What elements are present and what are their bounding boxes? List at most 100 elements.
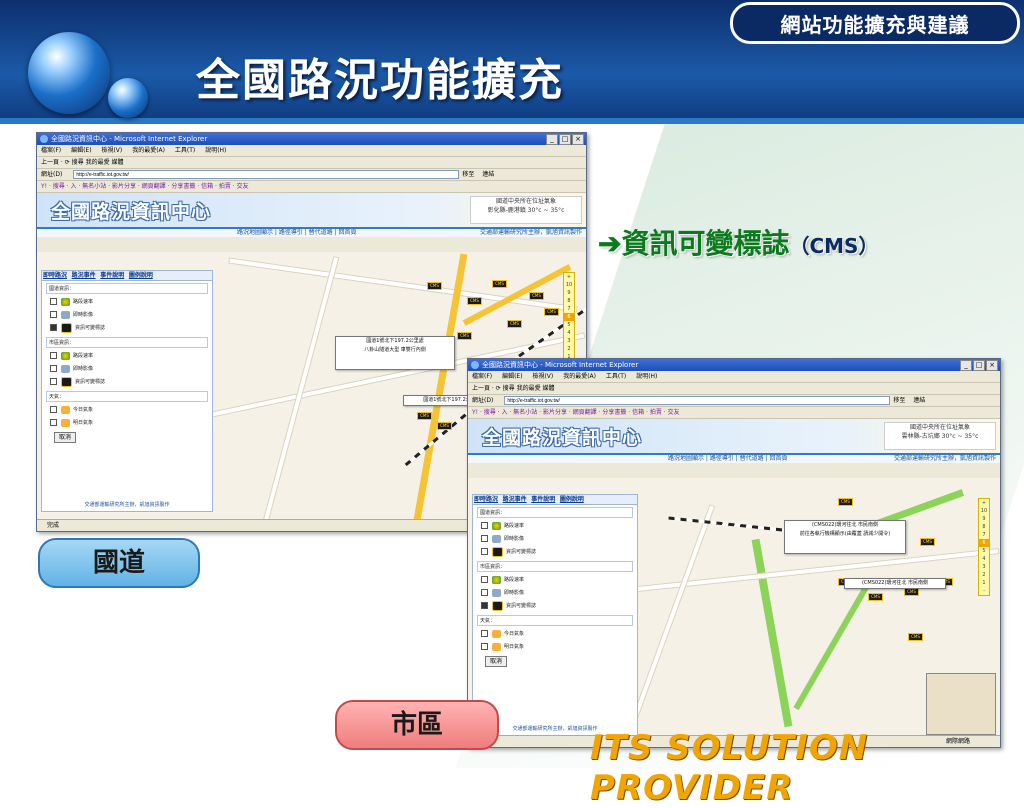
option-highway-speed[interactable]: 路段速率 (481, 520, 637, 533)
cms-marker[interactable]: CMS (908, 633, 923, 641)
tab-legend[interactable]: 圖例說明 (559, 495, 585, 504)
menu-view[interactable]: 檢視(V) (532, 373, 553, 380)
maximize-button[interactable]: □ (559, 134, 571, 145)
close-button[interactable]: × (572, 134, 584, 145)
zoom-level[interactable]: 5 (979, 547, 989, 555)
option-highway-video[interactable]: 即時影像 (50, 309, 212, 322)
menu-tools[interactable]: 工具(T) (606, 373, 626, 380)
menu-favorites[interactable]: 我的最愛(A) (563, 373, 596, 380)
checkbox[interactable] (481, 630, 488, 637)
zoom-level[interactable]: 9 (564, 289, 574, 297)
subnav-links[interactable]: 路況地圖顯示 | 路徑導引 | 替代道路 | 回首頁 (668, 455, 788, 462)
tab-realtime[interactable]: 即時路況 (473, 495, 499, 504)
checkbox-checked[interactable] (50, 324, 57, 331)
links-button[interactable]: 連結 (913, 397, 925, 404)
option-urban-cms[interactable]: 資訊可變標誌 (50, 376, 212, 389)
menu-favorites[interactable]: 我的最愛(A) (132, 147, 165, 154)
zoom-level[interactable]: 2 (979, 571, 989, 579)
checkbox[interactable] (50, 419, 57, 426)
cms-marker[interactable]: CMS (457, 332, 472, 340)
cms-marker[interactable]: CMS (868, 593, 883, 601)
go-button[interactable]: 移至 (462, 171, 474, 178)
cancel-button[interactable]: 取消 (54, 432, 77, 443)
checkbox[interactable] (50, 352, 57, 359)
option-urban-speed[interactable]: 路段速率 (50, 350, 212, 363)
cancel-button[interactable]: 取消 (485, 656, 508, 667)
zoom-in-button[interactable]: + (564, 273, 574, 281)
zoom-level[interactable]: 3 (564, 337, 574, 345)
close-button[interactable]: × (986, 360, 998, 371)
zoom-level[interactable]: 8 (564, 297, 574, 305)
cms-marker[interactable]: CMS (417, 412, 432, 420)
checkbox[interactable] (50, 311, 57, 318)
cms-marker[interactable]: CMS (920, 538, 935, 546)
option-urban-video[interactable]: 即時影像 (50, 363, 212, 376)
option-urban-speed[interactable]: 路段速率 (481, 574, 637, 587)
menu-file[interactable]: 檔案(F) (472, 373, 492, 380)
menu-file[interactable]: 檔案(F) (41, 147, 61, 154)
checkbox-checked[interactable] (481, 602, 488, 609)
option-highway-cms[interactable]: 資訊可變標誌 (50, 322, 212, 335)
maximize-button[interactable]: □ (973, 360, 985, 371)
zoom-level[interactable]: 4 (564, 329, 574, 337)
zoom-scale[interactable]: + 10 9 8 7 6 5 4 3 2 1 - (563, 272, 575, 370)
checkbox[interactable] (50, 406, 57, 413)
tab-events[interactable]: 路況事件 (502, 495, 528, 504)
zoom-scale[interactable]: + 10 9 8 7 6 5 4 3 2 1 - (978, 498, 990, 596)
subnav-links[interactable]: 路況地圖顯示 | 路徑導引 | 替代道路 | 回首頁 (237, 229, 357, 236)
yahoo-toolbar[interactable]: Y! · 搜尋 · 入 · 無名小站 · 影片分享 · 網頁翻譯 · 分享書籤 … (468, 407, 1000, 419)
yahoo-toolbar[interactable]: Y! · 搜尋 · 入 · 無名小站 · 影片分享 · 網頁翻譯 · 分享書籤 … (37, 181, 586, 193)
zoom-level[interactable]: 9 (979, 515, 989, 523)
minimize-button[interactable]: _ (960, 360, 972, 371)
zoom-level[interactable]: 10 (979, 507, 989, 515)
minimap[interactable] (926, 673, 996, 735)
option-weather-tomorrow[interactable]: 明日氣象 (50, 417, 212, 430)
menu-edit[interactable]: 編輯(E) (71, 147, 91, 154)
zoom-level[interactable]: 5 (564, 321, 574, 329)
checkbox[interactable] (481, 643, 488, 650)
checkbox[interactable] (481, 522, 488, 529)
checkbox[interactable] (50, 365, 57, 372)
zoom-out-button[interactable]: - (979, 587, 989, 595)
address-input[interactable] (73, 170, 460, 179)
minimize-button[interactable]: _ (546, 134, 558, 145)
cms-marker[interactable]: CMS (492, 280, 507, 288)
tab-event-help[interactable]: 事件說明 (530, 495, 556, 504)
menu-help[interactable]: 說明(H) (205, 147, 226, 154)
option-highway-cms[interactable]: 資訊可變標誌 (481, 546, 637, 559)
menu-edit[interactable]: 編輯(E) (502, 373, 522, 380)
checkbox[interactable] (50, 378, 57, 385)
checkbox[interactable] (481, 589, 488, 596)
cms-marker[interactable]: CMS (427, 282, 442, 290)
go-button[interactable]: 移至 (893, 397, 905, 404)
address-input[interactable] (504, 396, 891, 405)
cms-marker[interactable]: CMS (838, 498, 853, 506)
zoom-level[interactable]: 1 (979, 579, 989, 587)
menu-help[interactable]: 說明(H) (636, 373, 657, 380)
option-weather-today[interactable]: 今日氣象 (50, 404, 212, 417)
zoom-level[interactable]: 6 (564, 313, 574, 321)
zoom-level[interactable]: 2 (564, 345, 574, 353)
tab-legend[interactable]: 圖例說明 (128, 271, 154, 280)
option-highway-video[interactable]: 即時影像 (481, 533, 637, 546)
checkbox[interactable] (481, 576, 488, 583)
cms-marker[interactable]: CMS (437, 422, 452, 430)
option-highway-speed[interactable]: 路段速率 (50, 296, 212, 309)
cms-marker[interactable]: CMS (467, 297, 482, 305)
tab-realtime[interactable]: 即時路況 (42, 271, 68, 280)
menu-view[interactable]: 檢視(V) (101, 147, 122, 154)
cms-marker[interactable]: CMS (529, 292, 544, 300)
toolbar[interactable]: 上一頁 · ⟳ 搜尋 我的最愛 媒體 (468, 383, 1000, 395)
cms-marker[interactable]: CMS (507, 320, 522, 328)
zoom-level[interactable]: 4 (979, 555, 989, 563)
option-weather-today[interactable]: 今日氣象 (481, 628, 637, 641)
option-weather-tomorrow[interactable]: 明日氣象 (481, 641, 637, 654)
zoom-level[interactable]: 8 (979, 523, 989, 531)
toolbar[interactable]: 上一頁 · ⟳ 搜尋 我的最愛 媒體 (37, 157, 586, 169)
zoom-level[interactable]: 7 (979, 531, 989, 539)
checkbox[interactable] (50, 298, 57, 305)
zoom-in-button[interactable]: + (979, 499, 989, 507)
zoom-level[interactable]: 3 (979, 563, 989, 571)
cms-marker[interactable]: CMS (544, 308, 559, 316)
tab-event-help[interactable]: 事件說明 (99, 271, 125, 280)
